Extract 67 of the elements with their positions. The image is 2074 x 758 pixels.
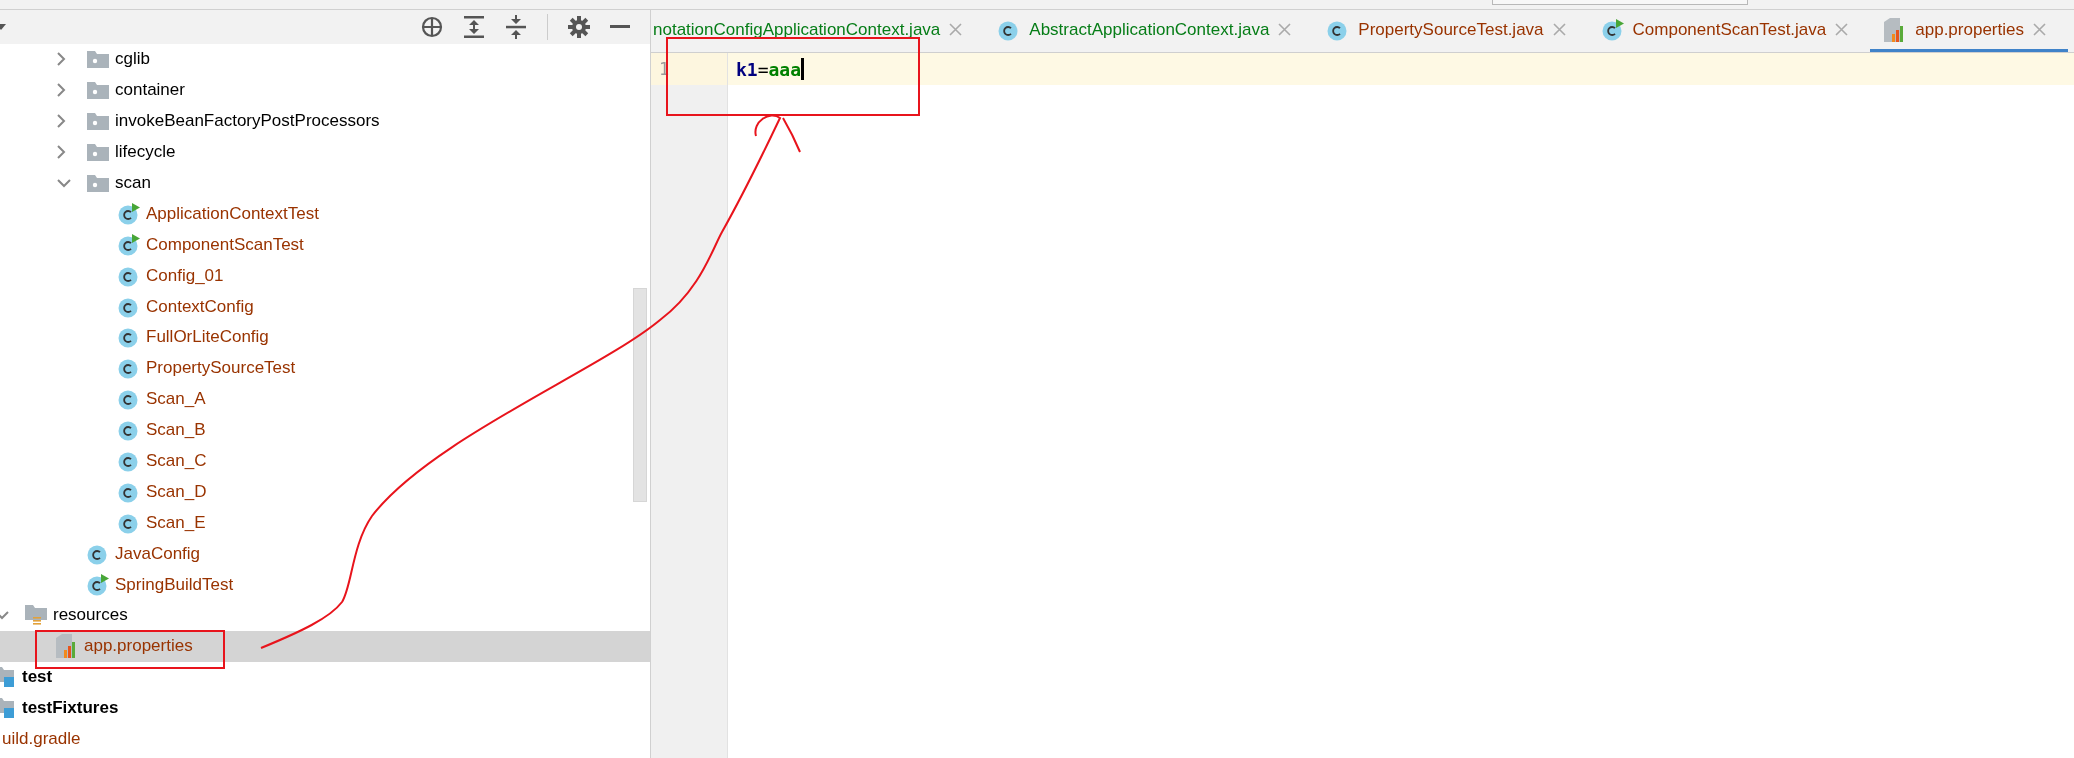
property-value: aaa [768,58,802,80]
test-class-icon [1601,18,1624,41]
collapse-all-icon[interactable] [505,15,527,39]
separator: = [757,58,769,80]
tree-item[interactable]: ComponentScanTest [0,229,650,261]
tree-item[interactable]: resources [0,600,650,631]
locate-icon[interactable] [421,16,443,38]
resources-folder-icon [25,605,49,626]
property-key: k1 [736,58,758,80]
chevron-right-icon[interactable] [57,52,66,67]
close-icon[interactable] [1278,23,1292,36]
tree-item[interactable]: app.properties [0,630,650,662]
package-folder-icon [87,143,109,161]
class-icon [118,450,140,472]
close-icon[interactable] [1835,23,1849,36]
tree-item[interactable]: Scan_A [0,383,650,415]
package-folder-icon [87,50,109,68]
tree-item[interactable]: test [0,661,650,693]
tree-item[interactable]: Scan_C [0,445,650,477]
close-icon[interactable] [2032,23,2046,36]
tree-item[interactable]: ApplicationContextTest [0,198,650,230]
package-folder-icon [87,81,109,99]
tree-item[interactable]: lifecycle [0,136,650,168]
test-class-icon [87,573,109,596]
tree-item[interactable]: scan [0,167,650,199]
tree-item[interactable]: JavaConfig [0,538,650,570]
settings-icon[interactable] [568,16,590,38]
class-icon [118,357,140,380]
class-icon [118,419,140,442]
tree-item[interactable]: PropertySourceTest [0,352,650,384]
tree-item[interactable]: testFixtures [0,692,650,724]
tree-item[interactable]: Scan_D [0,476,650,508]
scrollbar-thumb[interactable] [633,288,647,502]
tree-item[interactable]: cglib [0,44,650,75]
test-class-icon [118,202,140,225]
test-class-icon [118,233,140,256]
editor-tab[interactable]: notationConfigApplicationContext.java [651,10,985,52]
chevron-right-icon[interactable] [57,145,66,160]
package-folder-icon [87,174,109,192]
expand-all-icon[interactable] [463,15,485,39]
tree-item[interactable]: Scan_E [0,507,650,539]
tree-item[interactable]: SpringBuildTest [0,569,650,601]
minimize-icon[interactable] [610,25,630,29]
chevron-right-icon[interactable] [57,83,66,98]
tree-item[interactable]: ContextConfig [0,291,650,322]
tree-item[interactable]: Scan_B [0,414,650,446]
test-folder-icon [0,667,16,688]
close-icon[interactable] [1552,23,1566,36]
text-cursor [801,58,805,80]
editor-tab[interactable]: AbstractApplicationContext.java [984,10,1314,52]
tree-item[interactable]: invokeBeanFactoryPostProcessors [0,105,650,137]
tree-item[interactable]: container [0,74,650,106]
package-folder-icon [87,112,109,130]
close-icon[interactable] [949,23,963,36]
editor-tab[interactable]: ComponentScanTest.java [1587,10,1871,52]
class-icon [118,326,140,349]
class-icon [118,388,140,411]
chevron-down-icon[interactable] [57,178,71,188]
tree-item[interactable]: FullOrLiteConfig [0,322,650,353]
chevron-right-icon[interactable] [57,114,66,129]
tree-item[interactable]: Config_01 [0,260,650,292]
test-folder-icon [0,698,16,719]
properties-file-icon [56,634,78,659]
tree-item[interactable]: uild.gradle [0,723,650,755]
chevron-down-icon[interactable] [0,610,9,620]
text-field[interactable] [1492,0,1748,5]
editor-tab[interactable]: PropertySourceTest.java [1313,10,1588,52]
